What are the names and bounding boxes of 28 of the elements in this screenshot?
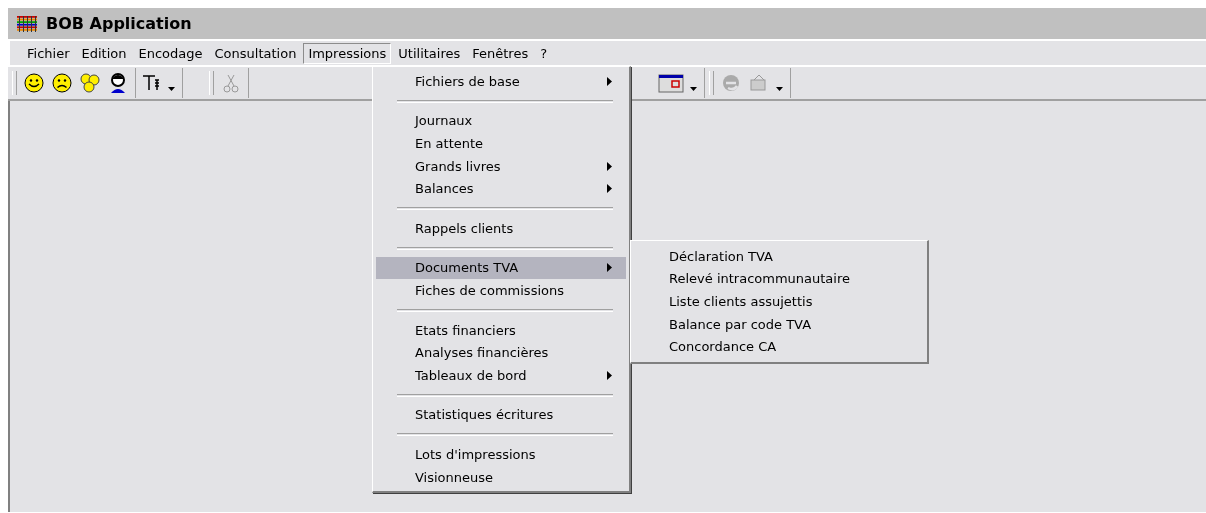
window-title: BOB Application	[46, 14, 192, 33]
menu-bar-item[interactable]: Encodage	[133, 42, 208, 64]
menu-item[interactable]: Tableaux de bord	[376, 363, 626, 387]
menu-item[interactable]: Balance par code TVA	[631, 312, 927, 336]
menu-item[interactable]: Balances	[376, 177, 626, 200]
menu-bar-item[interactable]: Consultation	[209, 42, 302, 64]
menu-item[interactable]: Fiches de commissions	[376, 279, 626, 302]
menu-item[interactable]: Relevé intracommunautaire	[631, 267, 927, 291]
menu-item[interactable]: Analyses financières	[376, 341, 626, 364]
menu-item[interactable]: Etats financiers	[376, 318, 626, 342]
menu-bar-item[interactable]: Utilitaires	[393, 42, 466, 64]
menu-item[interactable]: Déclaration TVA	[631, 245, 927, 268]
menu-item[interactable]: Statistiques écritures	[376, 403, 626, 427]
menu-item[interactable]: Grands livres	[376, 154, 626, 178]
menu-bar-item[interactable]: Edition	[76, 42, 132, 64]
menu-bar-item[interactable]: ?	[535, 42, 553, 64]
menu-item[interactable]: En attente	[376, 132, 626, 155]
menu-item[interactable]: Documents TVA	[376, 256, 626, 280]
menu-item[interactable]: Concordance CA	[631, 335, 927, 358]
menu-item[interactable]: Rappels clients	[376, 216, 626, 240]
menu-bar-item[interactable]: Fichier	[22, 42, 75, 64]
menu-item[interactable]: Liste clients assujettis	[631, 290, 927, 313]
menu-item[interactable]: Journaux	[376, 109, 626, 133]
menu-item[interactable]: Lots d'impressions	[376, 443, 626, 466]
menu-item[interactable]: Visionneuse	[376, 465, 626, 489]
menu-bar-item[interactable]: Fenêtres	[467, 42, 534, 64]
menu-item[interactable]: Fichiers de base	[376, 70, 626, 93]
menu-bar-item[interactable]: Impressions	[303, 42, 392, 64]
